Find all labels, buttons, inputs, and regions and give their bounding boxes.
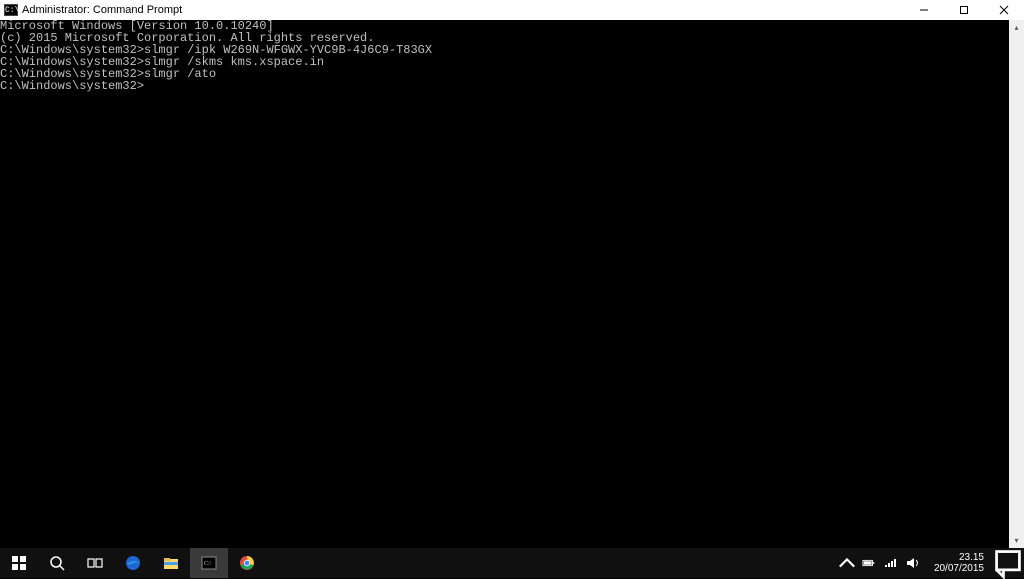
edge-icon [125,555,141,571]
action-center-button[interactable] [992,548,1024,578]
search-button[interactable] [38,548,76,578]
taskview-button[interactable] [76,548,114,578]
chevron-up-icon [838,554,856,572]
vertical-scrollbar[interactable]: ▴ ▾ [1009,20,1024,548]
close-button[interactable] [984,0,1024,20]
scroll-track[interactable] [1009,35,1024,533]
taskbar-explorer[interactable] [152,548,190,578]
command-prompt-window: C:\ Administrator: Command Prompt Micros… [0,0,1024,548]
terminal-area[interactable]: Microsoft Windows [Version 10.0.10240](c… [0,20,1024,548]
search-icon [49,555,65,571]
taskview-icon [87,555,103,571]
maximize-button[interactable] [944,0,984,20]
cmd-taskbar-icon: C:\ [201,555,217,571]
terminal-output: Microsoft Windows [Version 10.0.10240](c… [0,20,1024,92]
start-button[interactable] [0,548,38,578]
windows-icon [11,555,27,571]
notification-icon [992,547,1024,579]
taskbar-edge[interactable] [114,548,152,578]
taskbar-clock[interactable]: 23.15 20/07/2015 [926,548,992,578]
tray-overflow-button[interactable] [838,548,856,578]
taskbar-chrome[interactable] [228,548,266,578]
clock-time: 23.15 [934,552,984,563]
taskbar: C:\ 23.15 20/07/2015 [0,548,1024,578]
terminal-line: C:\Windows\system32>slmgr /ato [0,68,1024,80]
scroll-down-button[interactable]: ▾ [1009,533,1024,548]
wifi-icon[interactable] [884,556,898,570]
terminal-line: C:\Windows\system32> [0,80,1024,92]
explorer-icon [163,555,179,571]
cmd-icon: C:\ [4,4,18,16]
titlebar[interactable]: C:\ Administrator: Command Prompt [0,0,1024,20]
volume-icon[interactable] [906,556,920,570]
minimize-button[interactable] [904,0,944,20]
system-tray [856,548,926,578]
chrome-icon [239,555,255,571]
battery-icon[interactable] [862,556,876,570]
clock-date: 20/07/2015 [934,563,984,574]
scroll-up-button[interactable]: ▴ [1009,20,1024,35]
svg-text:C:\: C:\ [204,561,212,567]
taskbar-cmd[interactable]: C:\ [190,548,228,578]
window-title: Administrator: Command Prompt [22,4,182,16]
